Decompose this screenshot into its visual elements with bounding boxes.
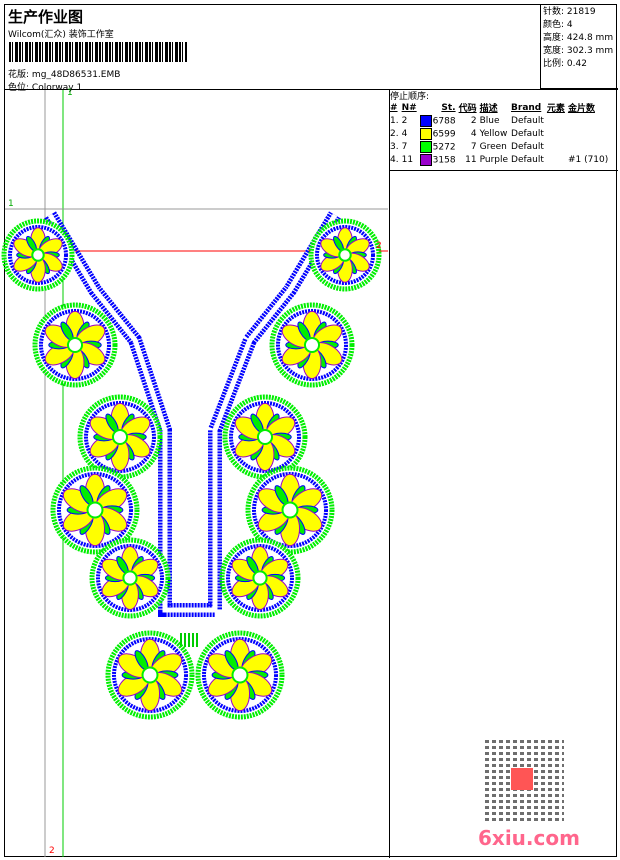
stamp-logo	[511, 768, 533, 790]
guide-label: 2	[49, 846, 55, 856]
watermark: 6xiu.com	[478, 826, 580, 850]
guide-label: 2	[376, 241, 382, 251]
embroidery-preview	[1, 90, 388, 857]
flower-motif	[89, 537, 171, 619]
flower-motif	[195, 630, 285, 720]
flower-motif	[32, 302, 118, 388]
guide-label: 1	[8, 199, 14, 209]
flower-motif	[77, 394, 163, 480]
production-worksheet: 生产作业图 Wilcom(汇众) 装饰工作室 花版: mg_48D86531.E…	[0, 0, 620, 860]
flower-motif	[245, 465, 335, 555]
flower-motif	[50, 465, 140, 555]
flower-motif	[219, 537, 301, 619]
flower-motif	[105, 630, 195, 720]
guide-label: 1	[67, 88, 73, 98]
flower-motif	[222, 394, 308, 480]
flower-motif	[1, 218, 75, 292]
flower-motif	[308, 218, 382, 292]
flower-motif	[269, 302, 355, 388]
